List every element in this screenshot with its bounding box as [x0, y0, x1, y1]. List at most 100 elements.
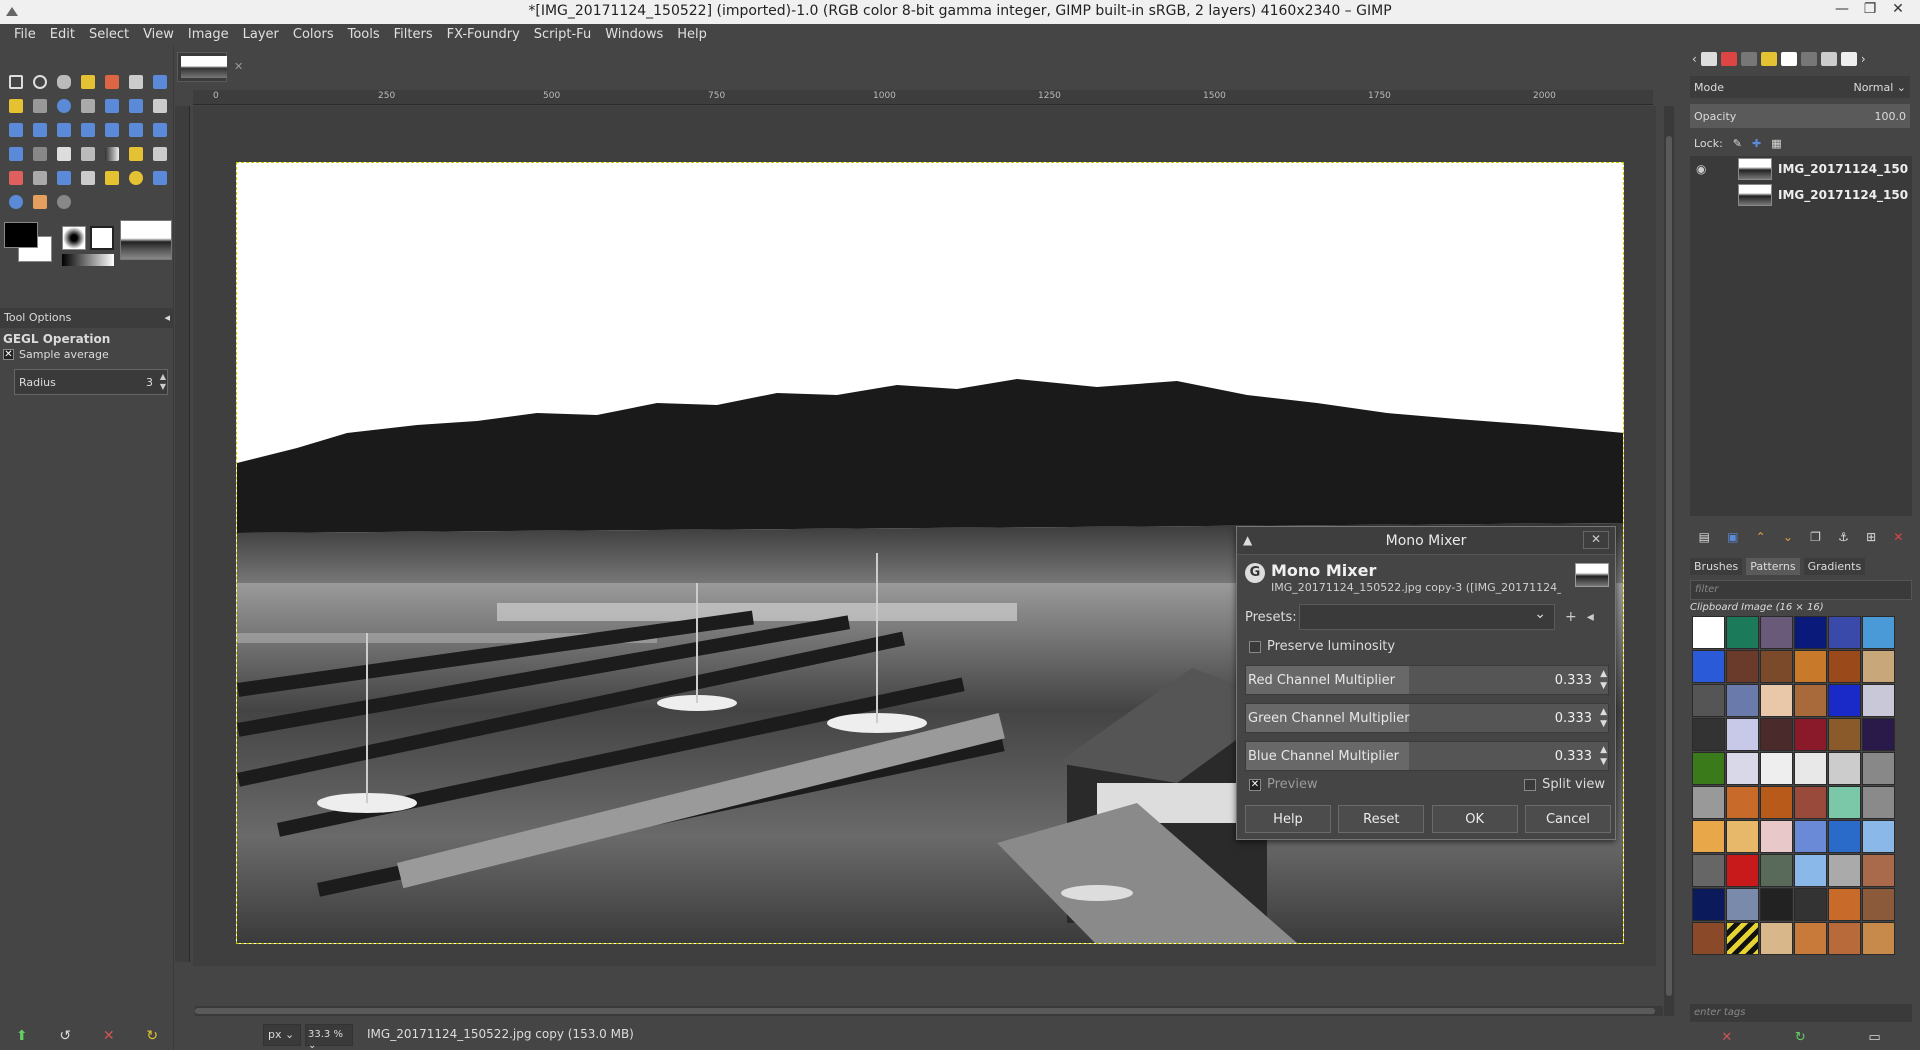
shear-tool-icon[interactable]: [52, 118, 76, 142]
pattern-filter-input[interactable]: filter: [1690, 580, 1912, 600]
pattern-swatch[interactable]: [1862, 650, 1895, 683]
pattern-swatch[interactable]: [1760, 752, 1793, 785]
spin-arrows-icon[interactable]: ▲ ▼: [1600, 668, 1607, 692]
perspective-tool-icon[interactable]: [76, 118, 100, 142]
pattern-swatch[interactable]: [1692, 718, 1725, 751]
presets-dropdown[interactable]: [1299, 604, 1555, 630]
pattern-swatch[interactable]: [1828, 786, 1861, 819]
tool-options-tab[interactable]: Tool Options ◂: [0, 308, 174, 328]
blur-tool-icon[interactable]: [4, 190, 28, 214]
pattern-swatch[interactable]: [1726, 718, 1759, 751]
menu-filters[interactable]: Filters: [387, 24, 440, 46]
cage-tool-icon[interactable]: [124, 118, 148, 142]
text-tool-icon[interactable]: [52, 142, 76, 166]
pattern-swatch[interactable]: [1862, 888, 1895, 921]
ellipse-select-tool-icon[interactable]: [28, 70, 52, 94]
pattern-swatch[interactable]: [1760, 718, 1793, 751]
pattern-swatch[interactable]: [1828, 650, 1861, 683]
select-by-color-tool-icon[interactable]: [100, 70, 124, 94]
measure-tool-icon[interactable]: [76, 94, 100, 118]
pattern-swatch[interactable]: [1760, 786, 1793, 819]
pattern-preview[interactable]: [90, 226, 114, 250]
new-layer-icon[interactable]: ▤: [1699, 530, 1710, 544]
preview-checkbox[interactable]: ✕: [1249, 778, 1261, 791]
handle-transform-tool-icon[interactable]: [28, 142, 52, 166]
spin-arrows-icon[interactable]: ▲ ▼: [1600, 744, 1607, 768]
tab-gradients[interactable]: Gradients: [1803, 557, 1866, 575]
pattern-swatch[interactable]: [1828, 820, 1861, 853]
pattern-swatch[interactable]: [1692, 752, 1725, 785]
menu-script-fu[interactable]: Script-Fu: [527, 24, 598, 46]
preview-toggle[interactable]: ✕ Preview: [1249, 777, 1318, 792]
sample-points-tab-icon[interactable]: [1800, 52, 1817, 66]
tags-input[interactable]: enter tags: [1690, 1004, 1912, 1022]
help-button[interactable]: Help: [1245, 805, 1331, 833]
color-picker-tool-icon[interactable]: [28, 94, 52, 118]
free-select-tool-icon[interactable]: [52, 70, 76, 94]
gradient-preview[interactable]: [62, 254, 114, 266]
bucket-fill-tool-icon[interactable]: [76, 142, 100, 166]
paintbrush-tool-icon[interactable]: [148, 142, 172, 166]
pattern-swatch[interactable]: [1726, 888, 1759, 921]
delete-pattern-icon[interactable]: ✕: [1721, 1030, 1732, 1045]
undo-history-tab-icon[interactable]: [1760, 52, 1777, 66]
split-view-toggle[interactable]: Split view: [1524, 777, 1605, 792]
warp-transform-tool-icon[interactable]: [4, 142, 28, 166]
vertical-scrollbar[interactable]: [1664, 106, 1674, 1016]
pattern-swatch[interactable]: [1692, 888, 1725, 921]
radius-spin-arrows-icon[interactable]: ▲ ▼: [160, 372, 166, 392]
horizontal-scrollbar[interactable]: [195, 1006, 1663, 1016]
pattern-swatch[interactable]: [1828, 684, 1861, 717]
dodge-burn-tool-icon[interactable]: [52, 190, 76, 214]
mypaint-brush-tool-icon[interactable]: [76, 166, 100, 190]
pattern-swatch[interactable]: [1760, 888, 1793, 921]
dock-scroll-right-icon[interactable]: ›: [1861, 52, 1866, 66]
pattern-swatch[interactable]: [1692, 786, 1725, 819]
lock-pixels-icon[interactable]: ✎: [1733, 137, 1742, 150]
cancel-button[interactable]: Cancel: [1524, 805, 1611, 833]
pattern-swatch[interactable]: [1760, 820, 1793, 853]
mode-dropdown[interactable]: Normal ⌄: [1853, 81, 1906, 94]
duplicate-layer-icon[interactable]: ❐: [1810, 530, 1821, 544]
visibility-eye-icon[interactable]: ◉: [1696, 162, 1712, 176]
tab-brushes[interactable]: Brushes: [1690, 557, 1743, 575]
pattern-swatch[interactable]: [1794, 786, 1827, 819]
menu-fx-foundry[interactable]: FX-Foundry: [440, 24, 527, 46]
pattern-swatch[interactable]: [1760, 922, 1793, 955]
pattern-swatch[interactable]: [1726, 616, 1759, 649]
lower-layer-icon[interactable]: ⌄: [1783, 530, 1793, 544]
layer-row[interactable]: IMG_20171124_150: [1690, 182, 1912, 208]
menu-layer[interactable]: Layer: [236, 24, 286, 46]
menu-image[interactable]: Image: [181, 24, 236, 46]
lock-position-icon[interactable]: ✚: [1752, 137, 1761, 150]
raise-layer-icon[interactable]: ⌃: [1756, 530, 1766, 544]
zoom-tool-icon[interactable]: [52, 94, 76, 118]
menu-file[interactable]: File: [7, 24, 43, 46]
pattern-swatch[interactable]: [1692, 684, 1725, 717]
pattern-swatch[interactable]: [1862, 684, 1895, 717]
pattern-swatch[interactable]: [1794, 684, 1827, 717]
refresh-patterns-icon[interactable]: ↻: [1795, 1030, 1806, 1045]
layers-tab-icon[interactable]: [1700, 52, 1717, 66]
align-tool-icon[interactable]: [124, 94, 148, 118]
dialog-titlebar[interactable]: ▲ Mono Mixer ✕: [1237, 527, 1615, 555]
scale-tool-icon[interactable]: [28, 118, 52, 142]
menu-edit[interactable]: Edit: [43, 24, 82, 46]
zoom-selector[interactable]: 33.3 % ⌄: [305, 1024, 353, 1050]
pattern-swatch[interactable]: [1862, 922, 1895, 955]
pattern-swatch[interactable]: [1794, 718, 1827, 751]
pattern-swatch[interactable]: [1726, 786, 1759, 819]
delete-tool-preset-icon[interactable]: ✕: [103, 1028, 115, 1044]
foreground-select-tool-icon[interactable]: [148, 70, 172, 94]
dock-scroll-left-icon[interactable]: ‹: [1692, 52, 1697, 66]
image-tab-close-icon[interactable]: ✕: [234, 60, 243, 73]
ok-button[interactable]: OK: [1431, 805, 1518, 833]
vertical-ruler[interactable]: [175, 106, 190, 962]
open-pattern-as-image-icon[interactable]: ▭: [1868, 1030, 1880, 1045]
clone-tool-icon[interactable]: [100, 166, 124, 190]
menu-help[interactable]: Help: [670, 24, 714, 46]
maximize-button[interactable]: ❐: [1856, 1, 1884, 17]
pencil-tool-icon[interactable]: [124, 142, 148, 166]
add-preset-icon[interactable]: +: [1565, 609, 1577, 625]
layer-row[interactable]: ◉ IMG_20171124_150: [1690, 156, 1912, 182]
